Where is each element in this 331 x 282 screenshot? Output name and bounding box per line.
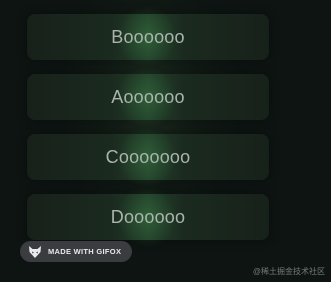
list-item-label: Aoooooo [111,86,185,107]
list-item[interactable]: Doooooo [27,186,269,248]
list-item[interactable]: Cooooooo [27,126,269,188]
sortable-list: Boooooo Aoooooo Cooooooo Doooooo [27,6,269,254]
watermark: @稀土掘金技术社区 [252,267,325,276]
list-item-label: Doooooo [110,206,186,227]
list-item[interactable]: Aoooooo [27,66,269,128]
list-item-label: Cooooooo [105,146,191,167]
gifox-badge[interactable]: MADE WITH GIFOX [20,241,132,262]
gifox-fox-icon [28,245,42,259]
list-item[interactable]: Boooooo [27,6,269,68]
badge-text: MADE WITH GIFOX [48,247,122,256]
list-item-label: Boooooo [111,26,185,47]
